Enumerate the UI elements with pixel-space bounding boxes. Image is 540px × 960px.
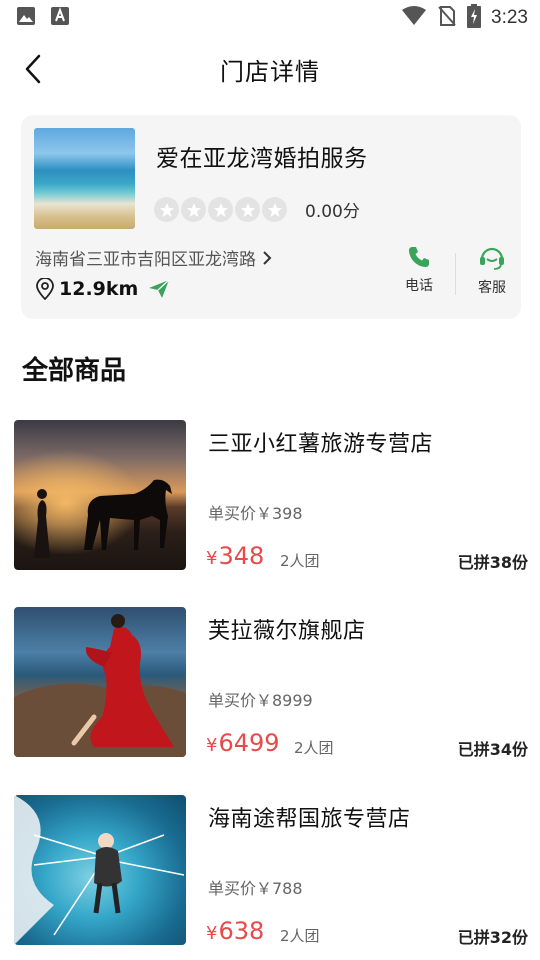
currency-symbol: ¥ — [206, 735, 218, 756]
rating-row: 0.00分 — [154, 197, 360, 222]
product-image — [14, 607, 186, 757]
product-item[interactable]: 芙拉薇尔旗舰店 单买价￥8999 ¥ 6499 2人团 已拼34份 — [0, 607, 540, 759]
star-icon — [235, 197, 260, 222]
back-arrow-icon — [25, 54, 41, 84]
store-image[interactable] — [34, 128, 135, 229]
product-name: 海南途帮国旅专营店 — [208, 807, 411, 832]
store-card: 爱在亚龙湾婚拍服务 0.00分 海南省三亚市吉阳区亚龙湾路 12.9km 电话 … — [21, 115, 521, 319]
chevron-right-icon — [263, 250, 272, 265]
store-address: 海南省三亚市吉阳区亚龙湾路 — [35, 250, 256, 270]
store-name: 爱在亚龙湾婚拍服务 — [156, 146, 368, 172]
star-icon — [154, 197, 179, 222]
store-distance: 12.9km — [59, 278, 139, 300]
currency-symbol: ¥ — [206, 548, 218, 569]
nav-bar: 门店详情 — [0, 36, 540, 102]
status-right-icons: 3:23 — [401, 4, 528, 32]
image-icon — [16, 6, 36, 30]
status-bar: 3:23 — [0, 0, 540, 36]
action-divider — [455, 253, 456, 295]
phone-icon — [409, 247, 429, 267]
sold-count: 已拼34份 — [457, 740, 528, 759]
store-address-link[interactable]: 海南省三亚市吉阳区亚龙湾路 — [35, 245, 272, 270]
currency-symbol: ¥ — [206, 923, 218, 944]
sold-count: 已拼38份 — [457, 553, 528, 572]
status-time: 3:23 — [491, 7, 528, 28]
back-button[interactable] — [14, 50, 52, 88]
service-label: 客服 — [478, 280, 506, 296]
customer-service-button[interactable]: 客服 — [462, 245, 522, 305]
product-name: 芙拉薇尔旗舰店 — [208, 619, 366, 644]
text-icon — [50, 6, 70, 30]
sold-count: 已拼32份 — [457, 928, 528, 947]
wifi-icon — [401, 5, 427, 31]
single-price: 单买价￥788 — [208, 879, 303, 898]
group-price-value: 638 — [218, 917, 265, 945]
no-sim-icon — [437, 5, 457, 31]
phone-label: 电话 — [405, 278, 433, 294]
product-image — [14, 420, 186, 570]
group-price: ¥ 6499 — [206, 729, 280, 757]
group-price-value: 6499 — [218, 729, 280, 757]
star-icon — [208, 197, 233, 222]
star-icon — [262, 197, 287, 222]
headset-icon — [480, 247, 504, 270]
battery-charging-icon — [467, 4, 482, 32]
send-icon[interactable] — [148, 279, 170, 299]
distance-row: 12.9km — [35, 278, 170, 300]
group-size: 2人团 — [280, 552, 320, 570]
page-title: 门店详情 — [220, 57, 320, 86]
group-price-value: 348 — [218, 542, 265, 570]
product-name: 三亚小红薯旅游专营店 — [208, 432, 434, 457]
product-item[interactable]: 三亚小红薯旅游专营店 单买价￥398 ¥ 348 2人团 已拼38份 — [0, 420, 540, 572]
location-pin-icon — [36, 278, 54, 300]
star-icon — [181, 197, 206, 222]
section-title: 全部商品 — [22, 356, 127, 386]
phone-button[interactable]: 电话 — [389, 245, 449, 305]
product-item[interactable]: 海南途帮国旅专营店 单买价￥788 ¥ 638 2人团 已拼32份 — [0, 795, 540, 947]
single-price: 单买价￥398 — [208, 504, 303, 523]
store-score: 0.00分 — [305, 202, 360, 222]
group-price: ¥ 638 — [206, 917, 264, 945]
single-price: 单买价￥8999 — [208, 691, 313, 710]
group-size: 2人团 — [294, 739, 334, 757]
group-price: ¥ 348 — [206, 542, 264, 570]
group-size: 2人团 — [280, 927, 320, 945]
product-image — [14, 795, 186, 945]
status-left-icons — [16, 6, 70, 30]
